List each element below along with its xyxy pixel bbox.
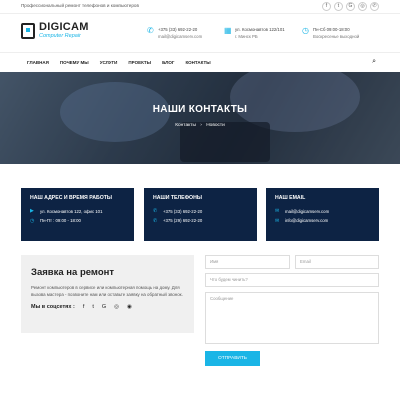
card-hours: Пн-Пт : 09:00 - 18:00 xyxy=(40,218,81,223)
site-header: DIGICAM Computer Repair ✆ +375 (33) 692-… xyxy=(0,14,400,52)
instagram-icon[interactable]: ◎ xyxy=(358,2,367,11)
facebook-icon[interactable]: f xyxy=(322,2,331,11)
header-dayoff: Воскресенье выходной xyxy=(313,33,360,39)
logo[interactable]: DIGICAM Computer Repair xyxy=(21,22,89,40)
card-title: НАШ EMAIL xyxy=(275,195,306,201)
subject-field[interactable]: Что будем чинить? xyxy=(205,273,379,287)
header-email[interactable]: mail@digicamserv.com xyxy=(158,34,202,41)
twitter-icon[interactable]: t xyxy=(334,2,343,11)
email-field[interactable]: Email xyxy=(295,255,379,269)
repair-title: Заявка на ремонт xyxy=(31,267,115,278)
card-phone-1[interactable]: +375 (33) 692-22-20 xyxy=(163,209,202,214)
location-icon: ▶ xyxy=(30,208,34,214)
social-label: Мы в соцсетях : xyxy=(31,304,75,311)
card-email-2[interactable]: info@digicamserv.com xyxy=(285,218,328,223)
card-address: ул. Космонавтов 122, офис 101 xyxy=(40,208,103,214)
google-icon[interactable]: G xyxy=(102,304,106,310)
clock-icon: ◷ xyxy=(302,26,309,35)
breadcrumb-current: Новости xyxy=(206,123,225,128)
breadcrumb: Контакты › Новости xyxy=(0,123,400,128)
card-email-1[interactable]: mail@digicamserv.com xyxy=(285,209,329,214)
clock-icon: ◷ xyxy=(30,217,35,224)
nav-item-contacts[interactable]: КОНТАКТЫ xyxy=(185,60,210,65)
card-title: НАШ АДРЕС И ВРЕМЯ РАБОТЫ xyxy=(30,195,112,201)
google-icon[interactable]: G xyxy=(346,2,355,11)
breadcrumb-separator: › xyxy=(200,123,202,128)
nav-item-home[interactable]: ГЛАВНАЯ xyxy=(27,60,49,65)
nav-item-projects[interactable]: ПРОЕКТЫ xyxy=(128,60,151,65)
mail-icon: ✉ xyxy=(275,208,280,214)
card-title: НАШИ ТЕЛЕФОНЫ xyxy=(153,195,202,201)
top-bar: Профессиональный ремонт телефонов и комп… xyxy=(0,0,400,14)
address-card: НАШ АДРЕС И ВРЕМЯ РАБОТЫ ▶ ул. Космонавто… xyxy=(21,188,134,241)
header-phone[interactable]: +375 (33) 692-22-20 xyxy=(158,27,202,34)
monitor-icon xyxy=(21,23,35,39)
social-row: Мы в соцсетях : f t G ◎ ◉ xyxy=(31,304,184,310)
submit-button[interactable]: ОТПРАВИТЬ xyxy=(205,351,260,366)
skype-icon[interactable]: ✆ xyxy=(370,2,379,11)
nav-item-why-us[interactable]: ПОЧЕМУ МЫ xyxy=(60,60,89,65)
message-field[interactable]: Сообщение xyxy=(205,292,379,344)
breadcrumb-home[interactable]: Контакты xyxy=(175,123,196,128)
map-icon: ▦ xyxy=(224,26,232,35)
nav-item-blog[interactable]: БЛОГ xyxy=(162,60,174,65)
header-hours-info: ◷ Пн-Сб 09:00-18:00 Воскресенье выходной xyxy=(302,27,359,40)
phones-card: НАШИ ТЕЛЕФОНЫ ✆ +375 (33) 692-22-20 ✆ +375… xyxy=(144,188,257,241)
dribbble-icon[interactable]: ◎ xyxy=(114,304,119,310)
page-title: НАШИ КОНТАКТЫ xyxy=(152,104,248,115)
phone-icon: ✆ xyxy=(147,26,154,35)
repair-text: Ремонт компьютеров в сервисе или компьют… xyxy=(31,285,183,297)
instagram-icon[interactable]: ◉ xyxy=(127,304,132,310)
header-phone-info: ✆ +375 (33) 692-22-20 mail@digicamserv.c… xyxy=(147,27,202,40)
mail-icon: ✉ xyxy=(275,217,280,224)
top-social-links: f t G ◎ ✆ xyxy=(322,2,379,11)
tagline: Профессиональный ремонт телефонов и комп… xyxy=(21,3,139,8)
logo-brand: DIGICAM xyxy=(39,21,89,33)
twitter-icon[interactable]: t xyxy=(92,304,94,310)
logo-subtitle: Computer Repair xyxy=(39,33,81,39)
facebook-icon[interactable]: f xyxy=(83,304,85,310)
hero-banner: НАШИ КОНТАКТЫ Контакты › Новости xyxy=(0,72,400,164)
header-address: ул. Космонавтов 122/101 xyxy=(235,27,285,32)
search-icon[interactable]: ⌕ xyxy=(372,58,376,66)
header-city: г. Минск РБ xyxy=(235,33,258,39)
phone-icon: ✆ xyxy=(153,208,158,214)
nav-item-services[interactable]: УСЛУГИ xyxy=(100,60,118,65)
name-field[interactable]: Имя xyxy=(205,255,290,269)
main-nav: ГЛАВНАЯ ПОЧЕМУ МЫ УСЛУГИ ПРОЕКТЫ БЛОГ КО… xyxy=(0,52,400,72)
card-phone-2[interactable]: +375 (29) 692-22-20 xyxy=(163,218,202,223)
phone-icon: ✆ xyxy=(153,217,158,224)
repair-request-block: Заявка на ремонт Ремонт компьютеров в се… xyxy=(21,255,194,333)
header-address-info: ▦ ул. Космонавтов 122/101 г. Минск РБ xyxy=(224,27,285,40)
email-card: НАШ EMAIL ✉ mail@digicamserv.com ✉ info@di… xyxy=(266,188,379,241)
